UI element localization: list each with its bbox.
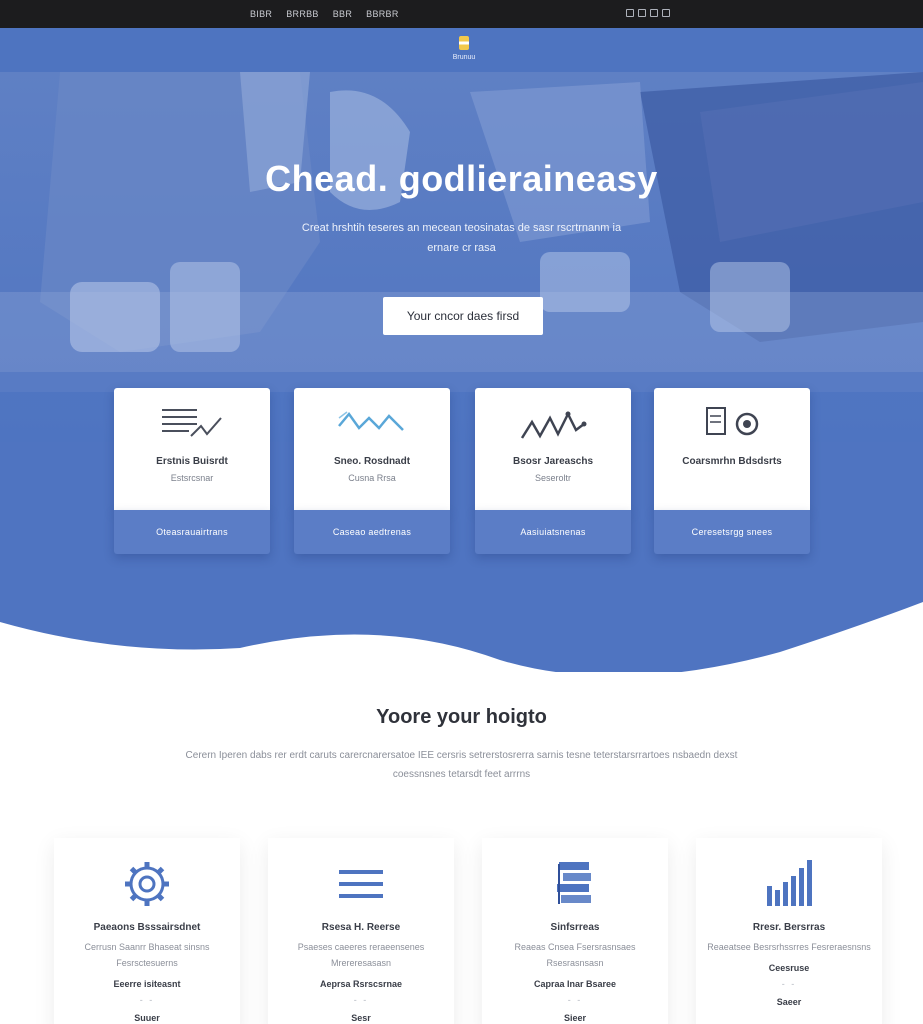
top-bar: BIBR BRRBB BBR BBRBR <box>0 0 923 28</box>
logo-icon <box>459 36 469 50</box>
social-icon-1[interactable] <box>626 9 634 17</box>
service-footer-label: Ceresetsrgg snees <box>691 527 773 537</box>
feature-more[interactable]: Saeer <box>696 997 882 1007</box>
top-nav-item-3[interactable]: BBR <box>333 9 352 19</box>
feature-title: Rresr. Bersrras <box>752 922 826 933</box>
service-title: Bsosr Jareaschs <box>512 456 594 467</box>
logo-name: Brunuu <box>452 54 476 61</box>
social-icon-2[interactable] <box>638 9 646 17</box>
service-card-footer[interactable]: Aasiuiatsnenas <box>475 510 631 554</box>
feature-divider: - - <box>139 995 155 1005</box>
feature-link[interactable]: Aeprsa Rsrscsrnae <box>268 979 454 989</box>
hero-cta-button[interactable]: Your cncor daes firsd <box>383 297 543 335</box>
menu-lines-icon <box>339 870 383 898</box>
feature-more[interactable]: Sieer <box>482 1013 668 1023</box>
settings-document-icon <box>706 407 759 436</box>
feature-desc: Psaeses caeeres reraeensenes Mrereresasa… <box>297 942 425 968</box>
feature-link[interactable]: Capraa Inar Bsaree <box>482 979 668 989</box>
feature-divider: - - <box>781 979 797 989</box>
service-card-footer[interactable]: Ceresetsrgg snees <box>654 510 810 554</box>
service-card-2[interactable]: Sneo. Rosdnadt Cusna Rrsa Caseao aedtren… <box>294 388 450 554</box>
service-title: Sneo. Rosdnadt <box>333 456 411 467</box>
feature-divider: - - <box>567 995 583 1005</box>
feature-title: Paeaons Bsssairsdnet <box>93 922 201 933</box>
gear-icon <box>125 862 169 906</box>
service-footer-label: Oteasrauairtrans <box>156 527 228 537</box>
service-card-footer[interactable]: Caseao aedtrenas <box>294 510 450 554</box>
bar-chart-icon <box>767 860 812 906</box>
hero-title: Chead. godlieraineasy <box>265 158 658 199</box>
feature-title: Rsesa H. Reerse <box>321 922 401 933</box>
service-footer-label: Aasiuiatsnenas <box>520 527 586 537</box>
feature-card-1[interactable]: Paeaons Bsssairsdnet Cerrusn Saanrr Bhas… <box>54 838 240 1024</box>
feature-card-2[interactable]: Rsesa H. Reerse Psaeses caeeres reraeens… <box>268 838 454 1024</box>
stacked-blocks-icon <box>557 862 591 904</box>
service-card-body: Erstnis Buisrdt Estsrcsnar <box>114 388 270 510</box>
top-icons <box>626 9 670 17</box>
feature-desc: Reaeas Cnsea Fsersrasnsaes Rsesrasnsasn <box>514 942 636 968</box>
feature-desc: Cerrusn Saanrr Bhaseat sinsns Fesrsctesu… <box>84 942 210 968</box>
feature-card-4[interactable]: Rresr. Bersrras Reaeatsee Besrsrhssrres … <box>696 838 882 1024</box>
section-text: Cerern Iperen dabs rer erdt caruts carer… <box>185 750 738 780</box>
feature-link[interactable]: Eeerre isiteasnt <box>54 979 240 989</box>
feature-desc: Reaeatsee Besrsrhssrres Fesreraesnsns <box>707 942 871 952</box>
feature-card-3[interactable]: Sinfsrreas Reaeas Cnsea Fsersrasnsaes Rs… <box>482 838 668 1024</box>
logo[interactable]: Brunuu <box>444 36 484 61</box>
service-card-body: Bsosr Jareaschs Seseroltr <box>475 388 631 510</box>
service-footer-label: Caseao aedtrenas <box>332 527 412 537</box>
service-card-1[interactable]: Erstnis Buisrdt Estsrcsnar Oteasrauairtr… <box>114 388 270 554</box>
service-title: Coarsmrhn Bdsdsrts <box>682 456 782 467</box>
top-nav: BIBR BRRBB BBR BBRBR <box>250 9 399 19</box>
top-nav-item-2[interactable]: BRRBB <box>286 9 319 19</box>
service-card-footer[interactable]: Oteasrauairtrans <box>114 510 270 554</box>
service-card-3[interactable]: Bsosr Jareaschs Seseroltr Aasiuiatsnenas <box>475 388 631 554</box>
social-icon-3[interactable] <box>650 9 658 17</box>
service-sub: Seseroltr <box>534 473 571 483</box>
top-nav-item-4[interactable]: BBRBR <box>366 9 399 19</box>
chart-lines-icon <box>162 409 222 437</box>
service-card-4[interactable]: Coarsmrhn Bdsdsrts Ceresetsrgg snees <box>654 388 810 554</box>
feature-more[interactable]: Suuer <box>54 1013 240 1023</box>
feature-link[interactable]: Ceesruse <box>696 963 882 973</box>
feature-title: Sinfsrreas <box>550 922 600 933</box>
service-card-body: Sneo. Rosdnadt Cusna Rrsa <box>294 388 450 510</box>
social-icon-4[interactable] <box>662 9 670 17</box>
hero-subtitle: Creat hrshtih teseres an mecean teosinat… <box>301 222 622 254</box>
feature-more[interactable]: Sesr <box>268 1013 454 1023</box>
service-sub: Estsrcsnar <box>170 473 214 483</box>
wave-divider <box>0 602 923 706</box>
service-card-body: Coarsmrhn Bdsdsrts <box>654 388 810 510</box>
section-title: Yoore your hoigto <box>376 706 547 728</box>
feature-divider: - - <box>353 995 369 1005</box>
wave-chart-icon <box>338 411 404 431</box>
service-title: Erstnis Buisrdt <box>156 456 228 467</box>
zigzag-chart-icon <box>520 411 587 439</box>
hero-section: Chead. godlieraineasy Creat hrshtih tese… <box>0 72 923 672</box>
brand-header: Brunuu <box>0 28 923 72</box>
service-sub: Cusna Rrsa <box>348 473 396 483</box>
top-nav-item-1[interactable]: BIBR <box>250 9 272 19</box>
